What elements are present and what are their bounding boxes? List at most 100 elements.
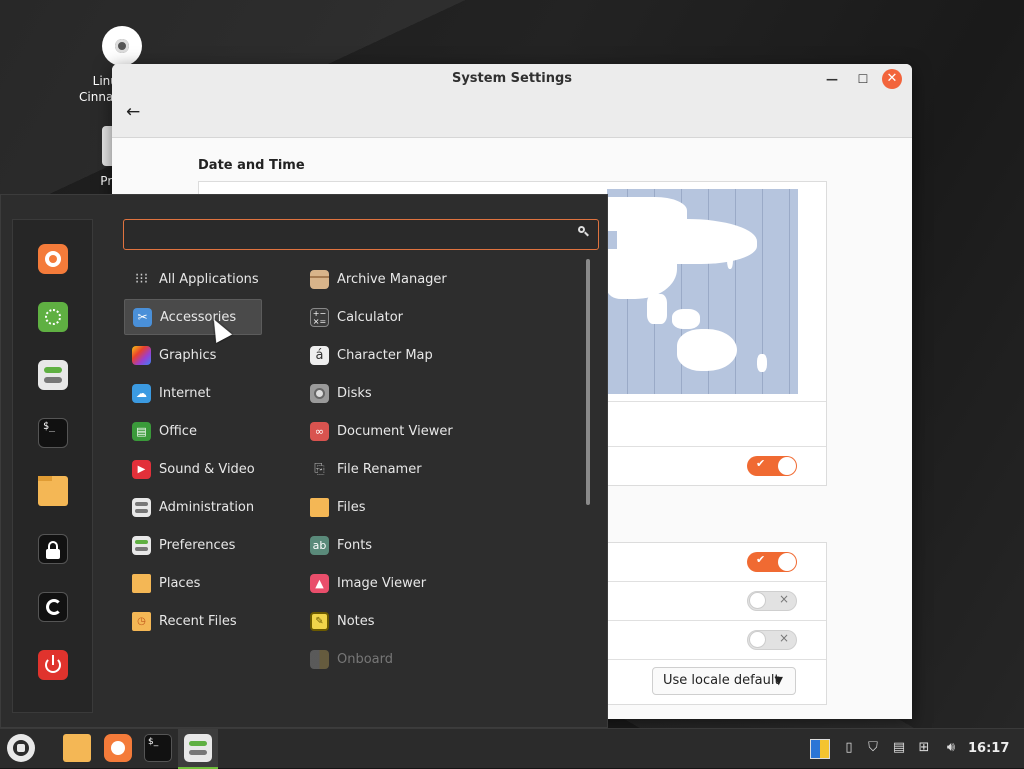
category-label: Internet — [159, 385, 211, 401]
category-internet[interactable]: ☁ Internet — [124, 375, 262, 411]
terminal-icon[interactable]: $_ — [144, 734, 172, 762]
toggle-switch-on[interactable] — [747, 456, 797, 476]
maximize-button[interactable]: ☐ — [853, 69, 873, 89]
disc-icon — [102, 26, 142, 66]
archive-icon — [310, 269, 329, 289]
app-notes[interactable]: ✎ Notes — [302, 603, 572, 639]
image-viewer-icon: ▲ — [310, 573, 329, 593]
category-places[interactable]: Places — [124, 565, 262, 601]
toggle-switch-on[interactable] — [747, 552, 797, 572]
time-format-dropdown[interactable]: Use locale default ▼ — [652, 667, 796, 695]
category-label: Graphics — [159, 347, 217, 363]
taskbar: $_ ▯ ⛉ ▤ ⊞ 🔊︎ 16:17 — [0, 728, 1024, 769]
folder-icon — [132, 573, 151, 593]
category-administration[interactable]: Administration — [124, 489, 262, 525]
window-title: System Settings — [451, 71, 573, 86]
app-label: Onboard — [337, 651, 394, 667]
dropdown-value: Use locale default — [663, 673, 780, 688]
app-label: Files — [337, 499, 366, 515]
app-label: Fonts — [337, 537, 373, 553]
category-label: Office — [159, 423, 197, 439]
notes-applet-icon[interactable]: ▤ — [890, 739, 908, 757]
category-office[interactable]: ▤ Office — [124, 413, 262, 449]
category-all-applications[interactable]: ⁝⁝⁝ All Applications — [124, 261, 262, 297]
category-preferences[interactable]: Preferences — [124, 527, 262, 563]
recent-files-icon: ◷ — [132, 611, 151, 631]
app-calculator[interactable]: +− ×= Calculator — [302, 299, 572, 335]
app-label: Disks — [337, 385, 372, 401]
administration-icon — [132, 497, 151, 517]
app-onboard[interactable]: Onboard — [302, 641, 572, 677]
notes-icon: ✎ — [310, 611, 329, 631]
menu-scrollbar[interactable] — [586, 259, 590, 505]
fonts-icon: ab — [310, 535, 329, 555]
category-label: Administration — [159, 499, 255, 515]
preferences-icon — [132, 535, 151, 555]
shutdown-icon[interactable] — [38, 650, 68, 680]
app-label: Notes — [337, 613, 375, 629]
category-label: Sound & Video — [159, 461, 255, 477]
clipboard-icon[interactable]: ▯ — [840, 739, 858, 757]
lock-screen-icon[interactable] — [38, 534, 68, 564]
clock[interactable]: 16:17 — [968, 729, 1009, 769]
app-character-map[interactable]: á Character Map — [302, 337, 572, 373]
back-arrow-icon[interactable]: ← — [126, 102, 140, 122]
category-accessories[interactable]: ✂ Accessories — [124, 299, 262, 335]
folder-icon — [310, 497, 329, 517]
header-bar: ← — [112, 94, 912, 138]
app-label: Character Map — [337, 347, 433, 363]
favorites-bar: $_ — [12, 219, 93, 713]
disks-icon — [310, 383, 329, 403]
app-disks[interactable]: Disks — [302, 375, 572, 411]
category-label: Recent Files — [159, 613, 237, 629]
application-menu: $_ ⁝⁝⁝ All Applications ✂ Accessories Gr… — [0, 194, 608, 728]
scissors-icon: ✂ — [133, 307, 152, 327]
app-fonts[interactable]: ab Fonts — [302, 527, 572, 563]
section-title: Date and Time — [198, 158, 305, 173]
category-label: Places — [159, 575, 201, 591]
app-file-renamer[interactable]: ⎘ File Renamer — [302, 451, 572, 487]
files-icon[interactable] — [38, 476, 68, 506]
office-icon: ▤ — [132, 421, 151, 441]
title-bar: System Settings — ☐ ✕ — [112, 64, 912, 94]
terminal-icon[interactable]: $_ — [38, 418, 68, 448]
app-archive-manager[interactable]: Archive Manager — [302, 261, 572, 297]
logout-icon[interactable] — [38, 592, 68, 622]
software-manager-icon[interactable] — [38, 302, 68, 332]
firefox-icon[interactable] — [104, 734, 132, 762]
search-input[interactable] — [123, 219, 599, 250]
category-sound-video[interactable]: ▶ Sound & Video — [124, 451, 262, 487]
close-button[interactable]: ✕ — [882, 69, 902, 89]
volume-icon[interactable]: 🔊︎ — [942, 739, 960, 757]
file-renamer-icon: ⎘ — [314, 461, 325, 477]
play-icon: ▶ — [132, 459, 151, 479]
update-manager-icon[interactable] — [810, 739, 830, 759]
mint-menu-icon[interactable] — [7, 734, 35, 762]
firefox-icon[interactable] — [38, 244, 68, 274]
caret-down-icon: ▼ — [774, 674, 783, 687]
document-viewer-icon: ∞ — [310, 421, 329, 441]
app-label: Document Viewer — [337, 423, 453, 439]
system-settings-icon — [184, 734, 212, 762]
system-settings-task[interactable] — [178, 729, 218, 769]
toggle-switch-off[interactable] — [747, 630, 797, 650]
category-recent-files[interactable]: ◷ Recent Files — [124, 603, 262, 639]
category-graphics[interactable]: Graphics — [124, 337, 262, 373]
app-image-viewer[interactable]: ▲ Image Viewer — [302, 565, 572, 601]
search-icon — [578, 226, 588, 236]
category-label: Preferences — [159, 537, 236, 553]
app-label: Calculator — [337, 309, 404, 325]
calculator-icon: +− ×= — [310, 307, 329, 327]
network-icon[interactable]: ⊞ — [915, 739, 933, 757]
app-label: Archive Manager — [337, 271, 447, 287]
system-settings-icon[interactable] — [38, 360, 68, 390]
graphics-icon — [132, 345, 151, 365]
timezone-map[interactable] — [607, 189, 798, 394]
app-document-viewer[interactable]: ∞ Document Viewer — [302, 413, 572, 449]
shield-icon[interactable]: ⛉ — [864, 739, 882, 757]
app-files[interactable]: Files — [302, 489, 572, 525]
toggle-switch-off[interactable] — [747, 591, 797, 611]
minimize-button[interactable]: — — [822, 69, 842, 89]
files-icon[interactable] — [63, 734, 91, 762]
app-label: Image Viewer — [337, 575, 427, 591]
